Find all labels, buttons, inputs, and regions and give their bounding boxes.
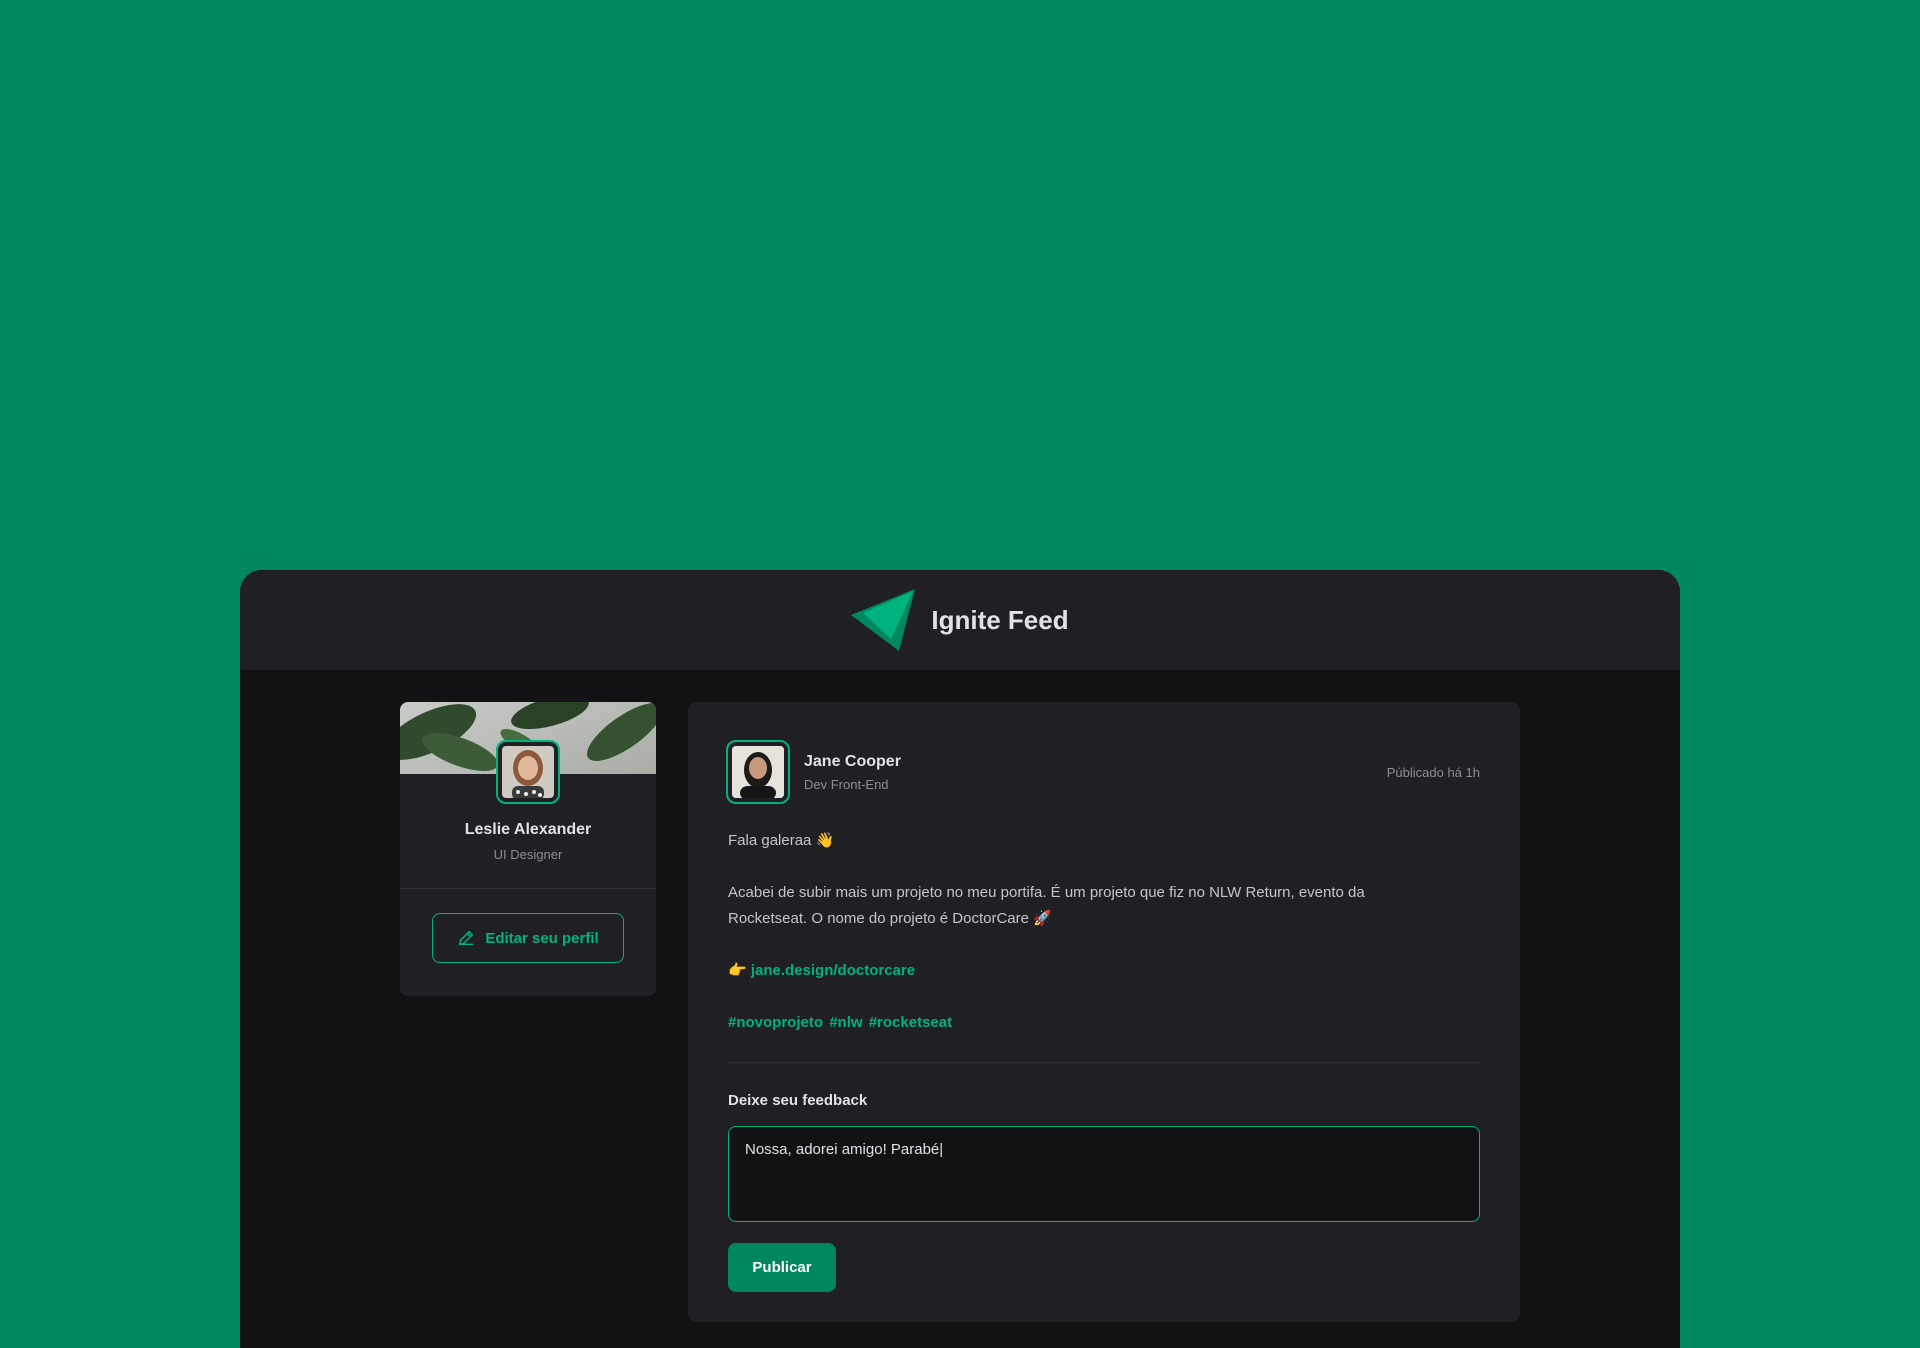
hashtags: #novoprojeto #nlw #rocketseat (728, 1010, 1480, 1036)
avatar[interactable] (726, 740, 790, 804)
profile-name: Leslie Alexander (464, 821, 592, 838)
post-content: Fala galeraa 👋 Acabei de subir mais um p… (728, 828, 1480, 1036)
hashtag-link[interactable]: #novoprojeto (728, 1014, 823, 1031)
divider (728, 1062, 1480, 1063)
profile-role: UI Designer (493, 847, 563, 862)
post-body: Acabei de subir mais um projeto no meu p… (728, 880, 1480, 932)
pointing-hand-icon: 👉 (728, 962, 751, 979)
feedback-title: Deixe seu feedback (728, 1092, 868, 1109)
divider (400, 888, 656, 889)
pencil-icon (459, 930, 474, 946)
app-window: Ignite Feed Leslie Alexander UI Designer… (240, 570, 1680, 1348)
edit-profile-button[interactable]: Editar seu perfil (432, 913, 624, 963)
profile-sidebar: Leslie Alexander UI Designer Editar seu … (400, 702, 656, 996)
app-title: Ignite Feed (931, 604, 1069, 635)
hashtag-link[interactable]: #nlw (829, 1014, 862, 1031)
post-greeting: Fala galeraa 👋 (728, 832, 835, 849)
comment-input[interactable]: Nossa, adorei amigo! Parabé| (728, 1126, 1480, 1222)
avatar[interactable] (496, 740, 560, 804)
comment-form: Deixe seu feedback Nossa, adorei amigo! … (728, 1092, 1480, 1292)
post-link-line: 👉 jane.design/doctorcare (728, 958, 1480, 984)
post-card: Jane Cooper Dev Front-End Públicado há 1… (688, 702, 1520, 1322)
ignite-logo-icon (851, 589, 916, 651)
author-role: Dev Front-End (804, 776, 889, 792)
published-time: Públicado há 1h (1386, 764, 1480, 780)
post-header: Jane Cooper Dev Front-End Públicado há 1… (726, 740, 1480, 804)
app-header: Ignite Feed (240, 570, 1680, 670)
author-name: Jane Cooper (804, 752, 901, 770)
hashtag-link[interactable]: #rocketseat (869, 1014, 952, 1031)
post-body-line2: Rocketseat. O nome do projeto é DoctorCa… (728, 910, 1052, 927)
project-link[interactable]: jane.design/doctorcare (751, 962, 915, 979)
edit-profile-label: Editar seu perfil (485, 929, 599, 947)
post-author: Jane Cooper Dev Front-End (726, 740, 901, 804)
publish-button[interactable]: Publicar (728, 1243, 836, 1292)
post-body-line1: Acabei de subir mais um projeto no meu p… (728, 884, 1365, 901)
